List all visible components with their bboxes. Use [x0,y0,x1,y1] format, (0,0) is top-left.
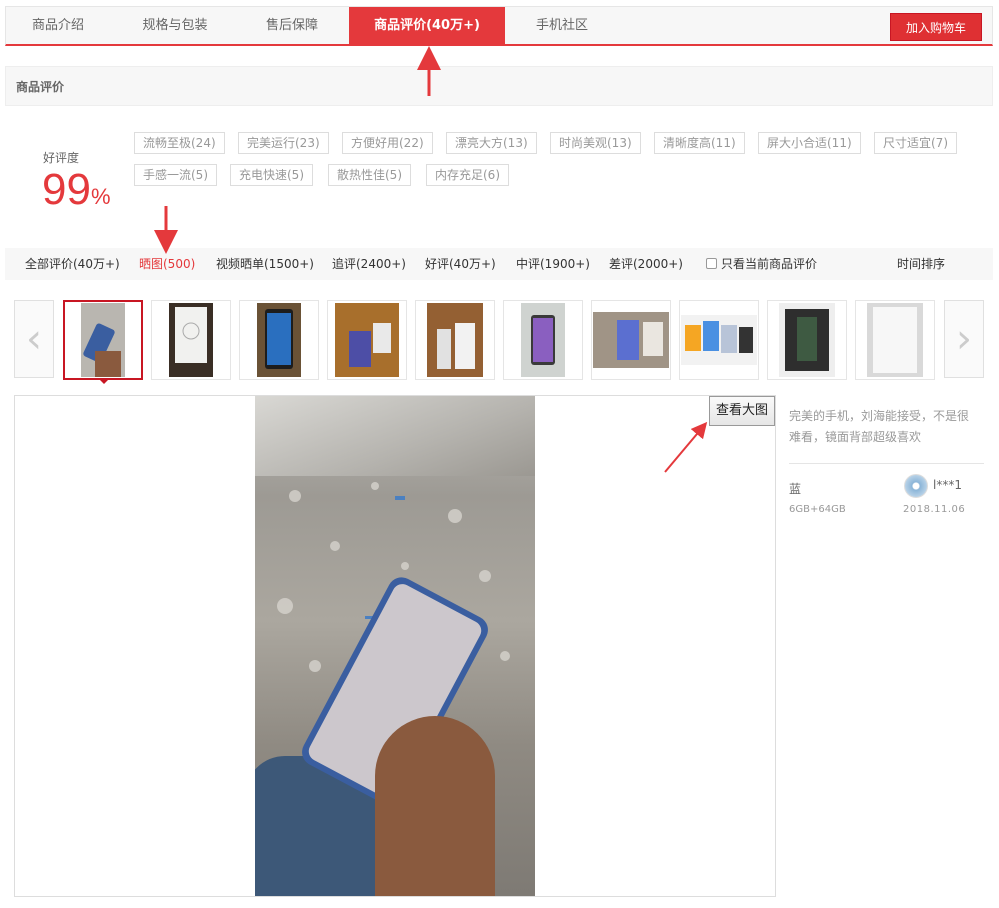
chevron-left-icon[interactable]: ‹ [14,300,54,378]
tab-community[interactable]: 手机社区 [511,7,613,45]
chevron-right-icon[interactable]: › [944,300,984,378]
product-color: 蓝 [789,482,802,496]
filter-neutral[interactable]: 中评(1900+) [516,248,590,280]
tab-product-intro[interactable]: 商品介绍 [6,7,110,45]
add-to-cart-button[interactable]: 加入购物车 [890,13,982,41]
photo-thumb [81,303,125,377]
photo-thumb [257,303,301,377]
photo-hand [375,716,495,896]
thumbnail-image[interactable] [855,300,935,380]
review-tag[interactable]: 时尚美观(13) [550,132,641,154]
review-tag[interactable]: 清晰度高(11) [654,132,745,154]
photo-thumb [169,303,213,377]
review-tag[interactable]: 屏大小合适(11) [758,132,861,154]
tab-after-sales[interactable]: 售后保障 [238,7,346,45]
photo-thumb [681,315,757,365]
filter-negative[interactable]: 差评(2000+) [609,248,683,280]
review-date: 2018.11.06 [903,504,966,515]
rating-value: 99% [42,166,111,221]
divider [789,463,984,464]
thumbnail-image[interactable] [63,300,143,380]
review-photo [255,396,535,896]
review-tag[interactable]: 手感一流(5) [134,164,217,186]
rating-number: 99 [42,165,91,214]
photo-thumb [521,303,565,377]
thumbnail-image[interactable] [503,300,583,380]
thumbnail-image[interactable] [591,300,671,380]
filter-video[interactable]: 视频晒单(1500+) [216,248,314,280]
active-thumb-indicator [98,378,110,384]
review-tag[interactable]: 流畅至极(24) [134,132,225,154]
thumbnail-image[interactable] [679,300,759,380]
thumbnail-image[interactable] [151,300,231,380]
filter-positive[interactable]: 好评(40万+) [425,248,496,280]
photo-thumb [427,303,483,377]
photo-thumb [779,303,835,377]
product-tab-bar: 商品介绍 规格与包装 售后保障 商品评价(40万+) 手机社区 加入购物车 [5,6,993,46]
thumbnail-image[interactable] [327,300,407,380]
rating-label: 好评度 [43,151,80,165]
review-tag[interactable]: 方便好用(22) [342,132,433,154]
photo-thumb [867,303,923,377]
product-spec: 6GB+64GB [789,504,846,515]
review-tag[interactable]: 尺寸适宜(7) [874,132,957,154]
tab-specs[interactable]: 规格与包装 [116,7,234,45]
thumbnail-image[interactable] [415,300,495,380]
sort-by-time[interactable]: 时间排序 [897,248,945,280]
review-image-viewer[interactable]: 查看大图 [14,395,776,897]
view-large-image-button[interactable]: 查看大图 [709,396,775,426]
avatar [904,474,928,498]
section-title: 商品评价 [5,66,993,106]
tab-reviews[interactable]: 商品评价(40万+) [349,7,505,45]
photo-thumb [335,303,399,377]
thumbnail-image[interactable] [767,300,847,380]
review-filter-bar: 全部评价(40万+) 晒图(500) 视频晒单(1500+) 追评(2400+)… [5,248,993,280]
review-tag[interactable]: 漂亮大方(13) [446,132,537,154]
filter-all[interactable]: 全部评价(40万+) [25,248,120,280]
review-tag[interactable]: 充电快速(5) [230,164,313,186]
review-tag[interactable]: 完美运行(23) [238,132,329,154]
only-current-product-checkbox[interactable]: 只看当前商品评价 [706,248,817,280]
review-tag[interactable]: 散热性佳(5) [328,164,411,186]
filter-followup[interactable]: 追评(2400+) [332,248,406,280]
review-tag[interactable]: 内存充足(6) [426,164,509,186]
rating-unit: % [90,184,111,209]
thumbnail-image[interactable] [239,300,319,380]
review-text: 完美的手机，刘海能接受，不是很难看，镜面背部超级喜欢 [789,409,970,444]
photo-thumb [593,312,669,368]
checkbox-box[interactable] [706,258,717,269]
filter-photos[interactable]: 晒图(500) [139,248,195,280]
photo-wall [255,396,535,476]
only-current-label: 只看当前商品评价 [721,257,818,271]
reviewer-name: l***1 [933,478,962,492]
